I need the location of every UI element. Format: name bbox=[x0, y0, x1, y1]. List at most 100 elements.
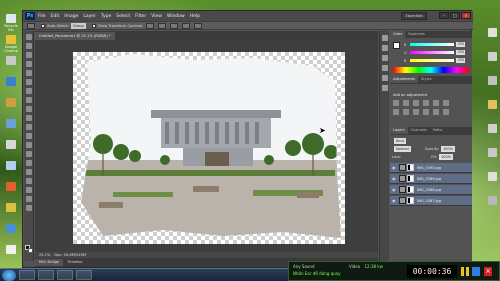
black-white-icon[interactable] bbox=[403, 109, 409, 115]
info-panel-icon[interactable] bbox=[381, 55, 388, 61]
visibility-eye-icon[interactable]: ◉ bbox=[392, 176, 397, 181]
stop-icon[interactable] bbox=[472, 267, 480, 276]
brightness-contrast-icon[interactable] bbox=[393, 100, 399, 106]
desktop-icon[interactable] bbox=[485, 52, 499, 62]
channel-mixer-icon[interactable] bbox=[423, 109, 429, 115]
hand-tool-icon[interactable] bbox=[25, 196, 32, 202]
pause-icon[interactable] bbox=[461, 267, 469, 276]
desktop-icon[interactable] bbox=[485, 172, 499, 182]
type-tool-icon[interactable] bbox=[25, 169, 32, 175]
desktop-icon[interactable] bbox=[485, 124, 499, 134]
shape-tool-icon[interactable] bbox=[25, 187, 32, 193]
blend-mode-select[interactable]: Normal bbox=[394, 145, 411, 152]
fill-input[interactable]: 100% bbox=[439, 153, 454, 160]
move-tool-icon[interactable] bbox=[25, 34, 32, 40]
brush-tool-icon[interactable] bbox=[25, 97, 32, 103]
history-panel-icon[interactable] bbox=[381, 35, 388, 41]
character-panel-icon[interactable] bbox=[381, 75, 388, 81]
brush-panel-icon[interactable] bbox=[381, 65, 388, 71]
desktop-icon[interactable] bbox=[485, 148, 499, 158]
photo-filter-icon[interactable] bbox=[413, 109, 419, 115]
visibility-eye-icon[interactable]: ◉ bbox=[392, 165, 397, 170]
desktop-icon[interactable] bbox=[2, 98, 20, 108]
tab-layers[interactable]: Layers bbox=[390, 127, 408, 134]
menu-type[interactable]: Type bbox=[101, 14, 111, 19]
curves-icon[interactable] bbox=[413, 100, 419, 106]
clone-stamp-tool-icon[interactable] bbox=[25, 106, 32, 112]
layer-mask-thumbnail[interactable] bbox=[407, 197, 414, 204]
lasso-tool-icon[interactable] bbox=[25, 52, 32, 58]
exposure-icon[interactable] bbox=[423, 100, 429, 106]
auto-select-option[interactable]: Auto-Select: Group bbox=[41, 22, 86, 29]
zoom-tool-icon[interactable] bbox=[25, 205, 32, 211]
tab-color[interactable]: Color bbox=[390, 31, 406, 38]
desktop-icon[interactable] bbox=[485, 76, 499, 86]
hue-saturation-icon[interactable] bbox=[443, 100, 449, 106]
desktop-icon[interactable] bbox=[2, 56, 20, 66]
vibrance-icon[interactable] bbox=[433, 100, 439, 106]
show-transform-option[interactable]: Show Transform Controls bbox=[91, 23, 142, 28]
color-lookup-icon[interactable] bbox=[433, 109, 439, 115]
color-balance-icon[interactable] bbox=[393, 109, 399, 115]
taskbar-app-photoshop[interactable] bbox=[57, 270, 73, 280]
desktop-icon[interactable] bbox=[2, 161, 20, 171]
close-icon[interactable]: × bbox=[484, 267, 492, 276]
minimize-button[interactable]: – bbox=[439, 12, 449, 19]
menu-layer[interactable]: Layer bbox=[83, 14, 96, 19]
align-middle-icon[interactable] bbox=[158, 22, 167, 29]
layer-kind-filter[interactable]: Kind bbox=[394, 137, 406, 144]
layer-mask-thumbnail[interactable] bbox=[407, 186, 414, 193]
desktop-icon[interactable] bbox=[2, 119, 20, 129]
tab-swatches[interactable]: Swatches bbox=[405, 31, 428, 38]
taskbar-app-chrome[interactable] bbox=[38, 270, 54, 280]
opacity-input[interactable]: 100% bbox=[441, 145, 456, 152]
dodge-tool-icon[interactable] bbox=[25, 151, 32, 157]
desktop-icon[interactable] bbox=[2, 203, 20, 213]
blur-tool-icon[interactable] bbox=[25, 142, 32, 148]
crop-tool-icon[interactable] bbox=[25, 70, 32, 76]
path-select-tool-icon[interactable] bbox=[25, 178, 32, 184]
color-panel-swatch[interactable] bbox=[393, 42, 400, 49]
tab-timeline[interactable]: Timeline bbox=[63, 259, 86, 266]
levels-icon[interactable] bbox=[403, 100, 409, 106]
tab-styles[interactable]: Styles bbox=[418, 76, 435, 83]
eraser-tool-icon[interactable] bbox=[25, 124, 32, 130]
menu-file[interactable]: File bbox=[38, 14, 46, 19]
menu-filter[interactable]: Filter bbox=[135, 14, 146, 19]
align-bottom-icon[interactable] bbox=[170, 22, 179, 29]
layer-row[interactable]: ◉ IMG_0390.jpg bbox=[390, 163, 472, 173]
distribute-icon[interactable] bbox=[182, 22, 191, 29]
auto-align-icon[interactable] bbox=[194, 22, 203, 29]
desktop-icon[interactable]: Google Chrome bbox=[2, 35, 20, 53]
start-button[interactable] bbox=[2, 269, 16, 281]
layer-mask-thumbnail[interactable] bbox=[407, 164, 414, 171]
background-color-swatch[interactable] bbox=[28, 248, 33, 253]
visibility-eye-icon[interactable]: ◉ bbox=[392, 198, 397, 203]
menu-help[interactable]: Help bbox=[190, 14, 200, 19]
menu-select[interactable]: Select bbox=[116, 14, 130, 19]
color-channel-slider[interactable] bbox=[410, 59, 454, 62]
tab-mini-bridge[interactable]: Mini Bridge bbox=[35, 259, 64, 266]
menu-view[interactable]: View bbox=[151, 14, 162, 19]
workspace-switcher[interactable]: Essentials bbox=[401, 12, 427, 20]
desktop-icon[interactable] bbox=[485, 100, 499, 110]
desktop-icon[interactable] bbox=[2, 182, 20, 192]
properties-panel-icon[interactable] bbox=[381, 45, 388, 51]
tab-paths[interactable]: Paths bbox=[430, 127, 446, 134]
pen-tool-icon[interactable] bbox=[25, 160, 32, 166]
color-spectrum[interactable] bbox=[393, 67, 469, 73]
paragraph-panel-icon[interactable] bbox=[381, 85, 388, 91]
maximize-button[interactable]: □ bbox=[450, 12, 460, 19]
taskbar-app-media[interactable] bbox=[76, 270, 92, 280]
layer-mask-thumbnail[interactable] bbox=[407, 175, 414, 182]
desktop-icon[interactable] bbox=[2, 77, 20, 87]
taskbar-app-explorer[interactable] bbox=[19, 270, 35, 280]
document-tab[interactable]: Untitled_Panorama1 @ 25.1% (RGB/8) * bbox=[35, 32, 115, 40]
auto-select-checkbox[interactable] bbox=[41, 23, 45, 28]
layer-row[interactable]: ◉ IMG_0388.jpg bbox=[390, 185, 472, 195]
tab-channels[interactable]: Channels bbox=[408, 127, 430, 134]
marquee-tool-icon[interactable] bbox=[25, 43, 32, 49]
gradient-tool-icon[interactable] bbox=[25, 133, 32, 139]
desktop-icon[interactable]: Recycle Bin bbox=[2, 14, 20, 32]
menu-image[interactable]: Image bbox=[64, 14, 78, 19]
